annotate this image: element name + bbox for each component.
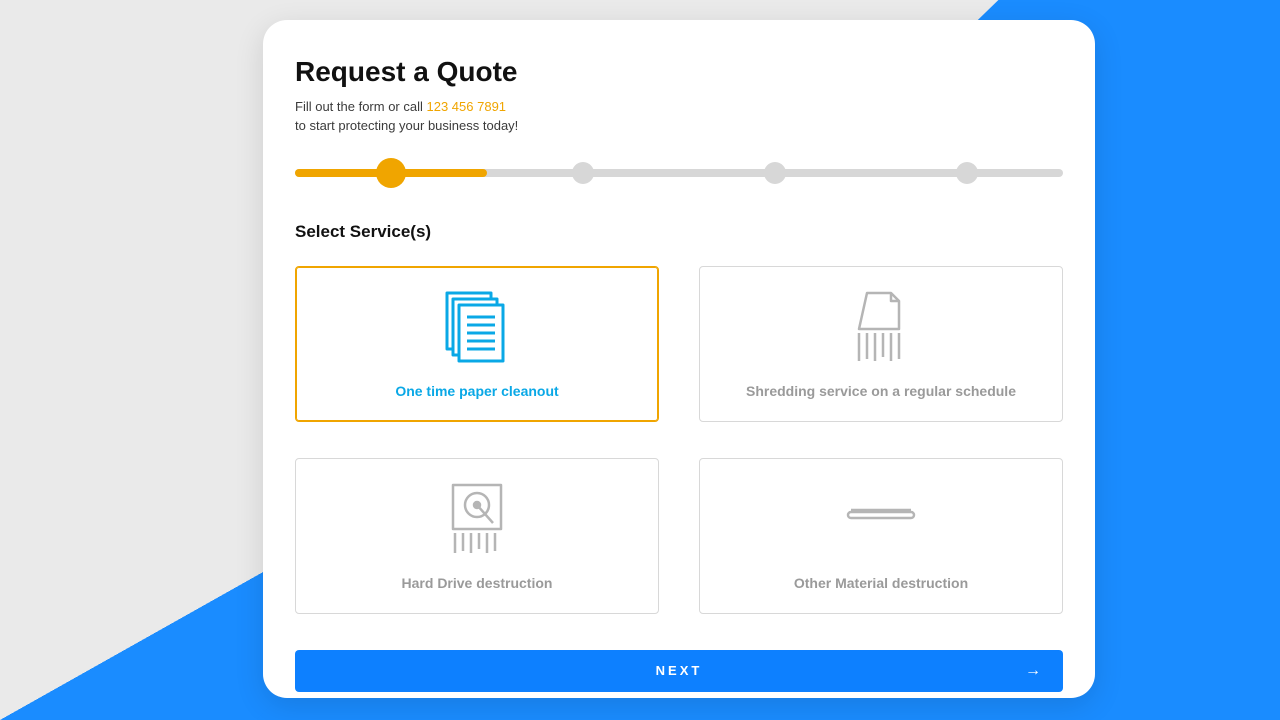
service-label: Hard Drive destruction — [402, 575, 553, 591]
service-grid: One time paper cleanout S — [295, 266, 1063, 614]
next-button[interactable]: NEXT → — [295, 650, 1063, 692]
service-hard-drive-destruction[interactable]: Hard Drive destruction — [295, 458, 659, 614]
documents-icon — [437, 289, 517, 365]
step-3-dot — [764, 162, 786, 184]
hard-drive-shred-icon — [437, 481, 517, 557]
service-label: One time paper cleanout — [395, 383, 558, 399]
arrow-right-icon: → — [1025, 662, 1041, 680]
subtitle-prefix: Fill out the form or call — [295, 99, 427, 114]
page-title: Request a Quote — [295, 56, 1063, 88]
progress-stepper — [295, 160, 1063, 186]
service-other-material-destruction[interactable]: Other Material destruction — [699, 458, 1063, 614]
section-title: Select Service(s) — [295, 222, 1063, 242]
service-one-time-paper[interactable]: One time paper cleanout — [295, 266, 659, 422]
shredder-icon — [841, 289, 921, 365]
next-button-label: NEXT — [656, 663, 703, 678]
step-1-dot — [376, 158, 406, 188]
service-regular-shredding[interactable]: Shredding service on a regular schedule — [699, 266, 1063, 422]
step-2-dot — [572, 162, 594, 184]
device-icon — [841, 481, 921, 557]
step-4-dot — [956, 162, 978, 184]
service-label: Shredding service on a regular schedule — [746, 383, 1016, 399]
page-subtitle: Fill out the form or call 123 456 7891 t… — [295, 98, 1063, 136]
quote-form-card: Request a Quote Fill out the form or cal… — [263, 20, 1095, 698]
phone-link[interactable]: 123 456 7891 — [427, 99, 507, 114]
subtitle-line2: to start protecting your business today! — [295, 118, 518, 133]
service-label: Other Material destruction — [794, 575, 968, 591]
